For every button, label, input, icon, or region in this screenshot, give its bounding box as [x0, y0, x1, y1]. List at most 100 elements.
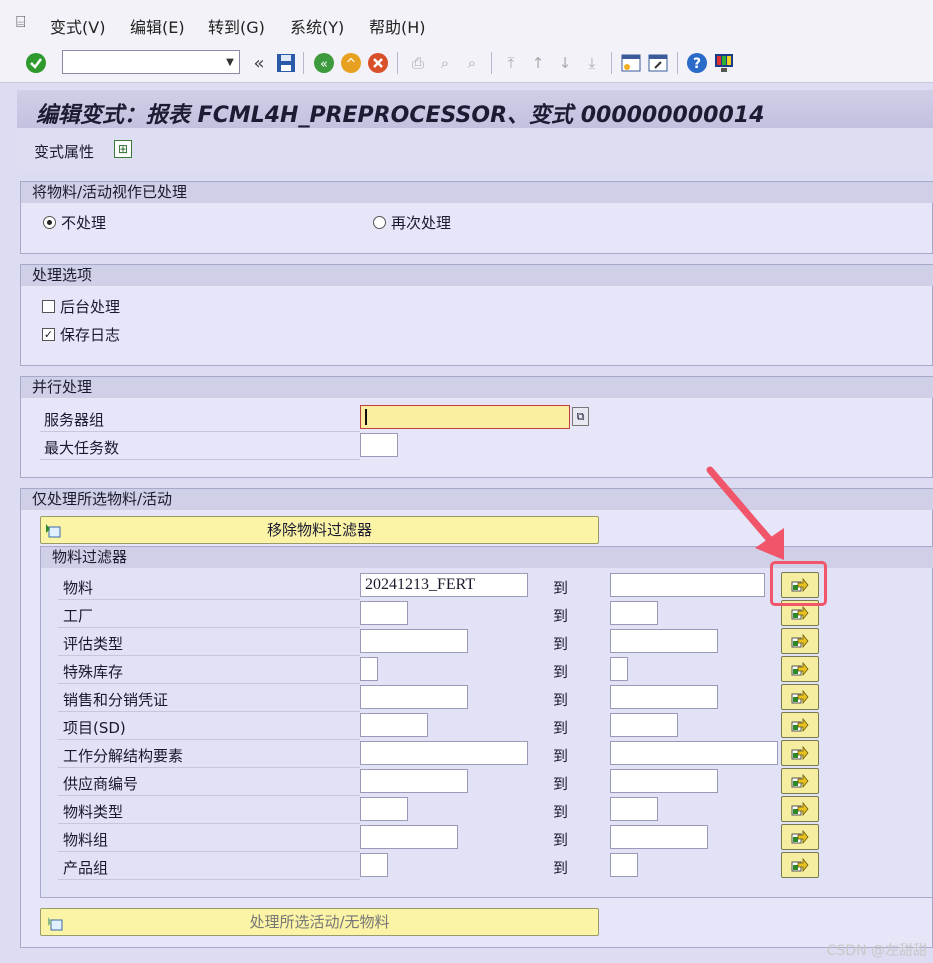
filter-from-field[interactable]: [360, 713, 428, 737]
max-tasks-field[interactable]: [360, 433, 398, 457]
command-dropdown-icon[interactable]: ▼: [220, 50, 240, 74]
multiple-selection-button[interactable]: [781, 712, 819, 738]
help-icon[interactable]: ?: [686, 52, 708, 74]
attributes-table-icon[interactable]: ⊞: [114, 140, 132, 158]
filter-to-label: 到: [553, 859, 569, 877]
highlight-box: [770, 561, 827, 606]
back-double-icon[interactable]: «: [248, 52, 270, 74]
save-icon[interactable]: [275, 52, 297, 74]
exit-icon[interactable]: ^: [340, 52, 362, 74]
filter-from-field[interactable]: [360, 853, 388, 877]
filter-row-label: 工厂: [63, 607, 94, 625]
checkbox-save-log[interactable]: ✓: [42, 328, 55, 341]
first-page-icon: ⤒: [507, 54, 515, 72]
filter-to-field[interactable]: [610, 629, 718, 653]
find-icon: ⌕: [440, 54, 450, 72]
multiple-selection-button[interactable]: [781, 740, 819, 766]
back-icon[interactable]: «: [313, 52, 335, 74]
multiple-selection-button[interactable]: [781, 656, 819, 682]
radio-no-process[interactable]: [43, 216, 56, 229]
menu-help[interactable]: 帮助(H): [369, 14, 426, 38]
filter-to-field[interactable]: [610, 853, 638, 877]
process-icon: [47, 914, 63, 931]
checkbox-save-log-label: 保存日志: [60, 326, 121, 344]
svg-text:?: ?: [693, 56, 701, 72]
parallel-section-title: 并行处理: [21, 377, 933, 398]
filter-row-label: 物料: [63, 579, 94, 597]
filter-from-field[interactable]: [360, 601, 408, 625]
multiple-selection-arrow-icon: [791, 773, 809, 789]
filter-row-label: 特殊库存: [63, 663, 124, 681]
filter-row-label: 评估类型: [63, 635, 124, 653]
filter-to-field[interactable]: [610, 573, 765, 597]
process-selected-label: 处理所选活动/无物料: [249, 913, 390, 931]
prev-page-icon: ↑: [531, 54, 545, 72]
checkbox-background-label: 后台处理: [60, 298, 121, 316]
filter-from-field[interactable]: [360, 685, 468, 709]
filter-from-field[interactable]: [360, 657, 378, 681]
options-section-title: 处理选项: [21, 265, 933, 286]
enter-icon[interactable]: [25, 52, 47, 74]
checkbox-background[interactable]: [42, 300, 55, 313]
filter-row-label: 供应商编号: [63, 775, 139, 793]
server-group-field[interactable]: [360, 405, 570, 429]
filter-to-label: 到: [553, 831, 569, 849]
shortcut-icon[interactable]: [647, 52, 669, 74]
filter-to-label: 到: [553, 691, 569, 709]
server-group-search-icon[interactable]: ⧉: [572, 407, 589, 426]
multiple-selection-arrow-icon: [791, 633, 809, 649]
menu-goto[interactable]: 转到(G): [208, 14, 265, 38]
multiple-selection-arrow-icon: [791, 857, 809, 873]
filter-to-field[interactable]: [610, 685, 718, 709]
filter-from-field[interactable]: 20241213_FERT: [360, 573, 528, 597]
multiple-selection-button[interactable]: [781, 628, 819, 654]
filter-to-field[interactable]: [610, 769, 718, 793]
filter-to-label: 到: [553, 607, 569, 625]
filter-to-label: 到: [553, 579, 569, 597]
filter-row-label: 工作分解结构要素: [63, 747, 184, 765]
multiple-selection-button[interactable]: [781, 768, 819, 794]
multiple-selection-button[interactable]: [781, 684, 819, 710]
filter-from-field[interactable]: [360, 629, 468, 653]
command-field[interactable]: [62, 50, 240, 74]
multiple-selection-arrow-icon: [791, 605, 809, 621]
multiple-selection-button[interactable]: [781, 824, 819, 850]
cancel-icon[interactable]: [367, 52, 389, 74]
process-selected-button[interactable]: 处理所选活动/无物料: [40, 908, 599, 936]
filter-to-field[interactable]: [610, 797, 658, 821]
filter-from-field[interactable]: [360, 769, 468, 793]
radio-reprocess[interactable]: [373, 216, 386, 229]
watermark: CSDN @左甜甜: [826, 943, 927, 959]
processed-section-title: 将物料/活动视作已处理: [21, 182, 933, 203]
menu-variant[interactable]: 变式(V): [50, 14, 105, 38]
multiple-selection-button[interactable]: [781, 796, 819, 822]
menu-edit[interactable]: 编辑(E): [130, 14, 185, 38]
window-menu-icon[interactable]: ⌸: [16, 12, 26, 32]
filter-to-field[interactable]: [610, 825, 708, 849]
settings-icon[interactable]: [713, 52, 735, 74]
filter-to-label: 到: [553, 719, 569, 737]
filter-to-label: 到: [553, 803, 569, 821]
svg-text:^: ^: [346, 57, 357, 72]
multiple-selection-arrow-icon: [791, 717, 809, 733]
filter-to-field[interactable]: [610, 741, 778, 765]
remove-filter-label: 移除物料过滤器: [266, 521, 372, 539]
filter-from-field[interactable]: [360, 741, 528, 765]
menu-system[interactable]: 系统(Y): [290, 14, 344, 38]
new-session-icon[interactable]: [620, 52, 642, 74]
filter-to-field[interactable]: [610, 601, 658, 625]
filter-from-field[interactable]: [360, 825, 458, 849]
multiple-selection-arrow-icon: [791, 801, 809, 817]
remove-filter-button[interactable]: 移除物料过滤器: [40, 516, 599, 544]
max-tasks-label: 最大任务数: [44, 439, 120, 457]
multiple-selection-button[interactable]: [781, 852, 819, 878]
filter-row-label: 物料组: [63, 831, 109, 849]
filter-to-field[interactable]: [610, 657, 628, 681]
variant-attributes-button[interactable]: 变式属性: [34, 141, 94, 162]
filter-to-field[interactable]: [610, 713, 678, 737]
filter-from-field[interactable]: [360, 797, 408, 821]
filter-to-label: 到: [553, 635, 569, 653]
multiple-selection-arrow-icon: [791, 745, 809, 761]
filter-row-label: 项目(SD): [63, 719, 126, 737]
next-page-icon: ↓: [558, 54, 572, 72]
